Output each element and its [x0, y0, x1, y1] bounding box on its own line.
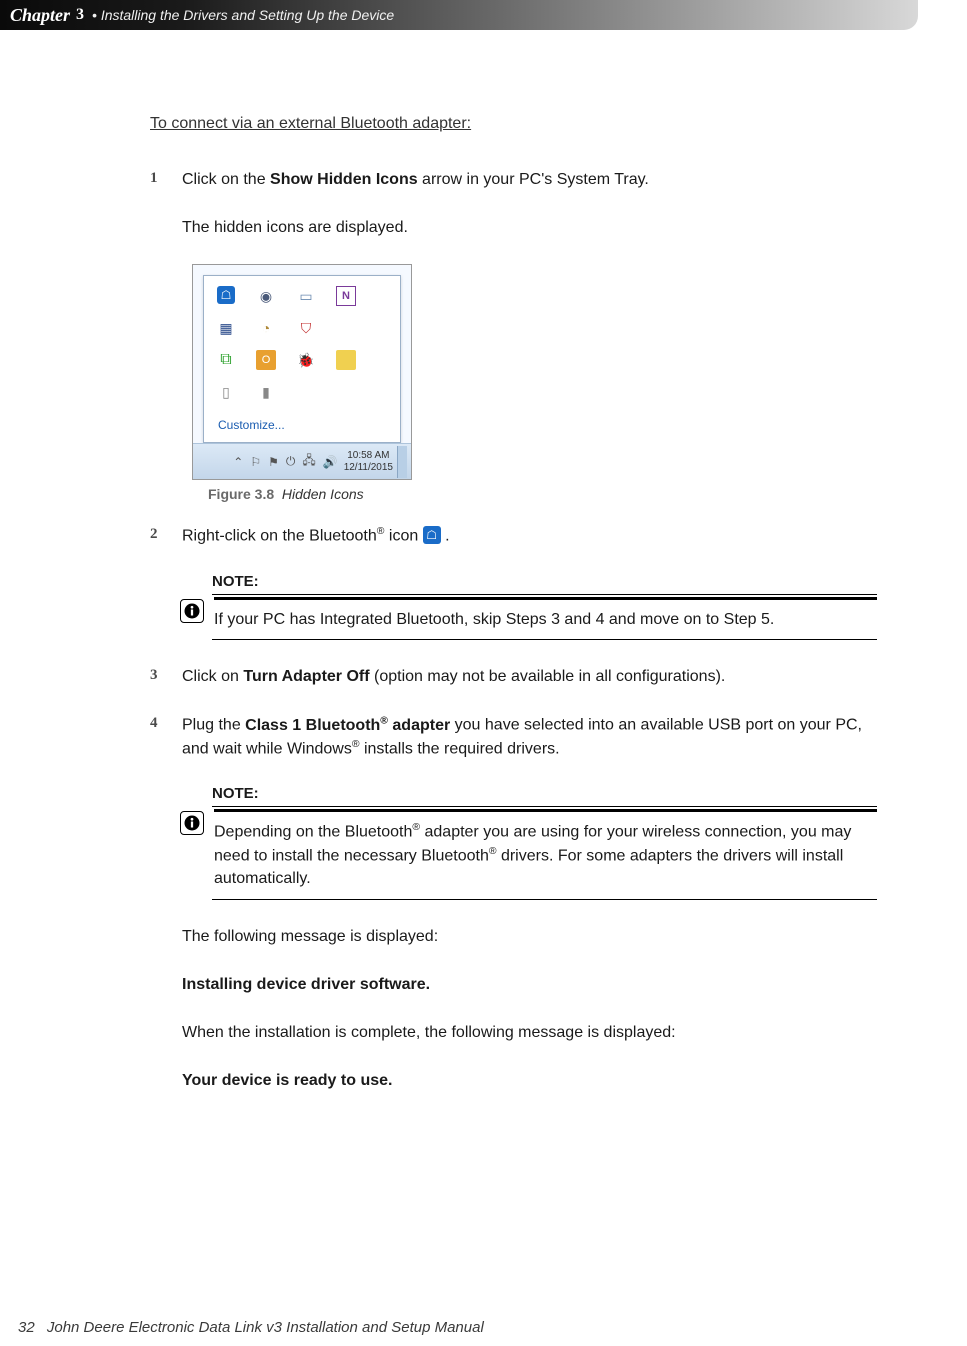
chevron-icon[interactable]: ⌃: [233, 455, 243, 469]
step-number: 1: [150, 168, 182, 191]
step-body: Click on the Show Hidden Icons arrow in …: [182, 168, 877, 191]
step-number: 3: [150, 665, 182, 688]
note-label: NOTE:: [182, 573, 877, 594]
manual-title: John Deere Electronic Data Link v3 Insta…: [47, 1319, 484, 1336]
note-2: NOTE: Depending on the Bluetooth® adapte…: [182, 785, 877, 899]
volume-icon[interactable]: 🔊: [323, 455, 338, 469]
section-heading: To connect via an external Bluetooth ada…: [150, 115, 877, 133]
bluetooth-icon: ☖: [423, 526, 441, 544]
figure-caption: Figure 3.8 Hidden Icons: [208, 486, 877, 502]
message-1: Installing device driver software.: [182, 973, 877, 996]
network-icon: ⧉: [216, 350, 236, 370]
step-4: 4 Plug the Class 1 Bluetooth® adapter yo…: [150, 713, 877, 760]
page-footer: 32 John Deere Electronic Data Link v3 In…: [18, 1319, 484, 1336]
step-3: 3 Click on Turn Adapter Off (option may …: [150, 665, 877, 688]
globe-icon: ◉: [256, 286, 276, 306]
app-icon2: [336, 350, 356, 370]
app-icon: O: [256, 350, 276, 370]
show-desktop-button[interactable]: [397, 446, 407, 478]
note-body: If your PC has Integrated Bluetooth, ski…: [214, 600, 877, 631]
info-icon: [180, 811, 204, 835]
taskbar: ⌃ ⚐ ⚑ ⏻ 🖧 🔊 10:58 AM 12/11/2015: [193, 443, 411, 479]
onenote-icon: N: [336, 286, 356, 306]
monitor-icon: ▭: [296, 286, 316, 306]
step-1-sub: The hidden icons are displayed.: [182, 216, 877, 239]
ladybug-icon: 🐞: [296, 350, 316, 370]
schedule-icon: ◔: [256, 318, 276, 338]
note-1: NOTE: If your PC has Integrated Bluetoot…: [182, 573, 877, 640]
note-label: NOTE:: [182, 785, 877, 806]
chapter-header: Chapter 3 • Installing the Drivers and S…: [0, 0, 918, 30]
page-number: 32: [18, 1319, 35, 1336]
hidden-icons-screenshot: ☖ ◉ ▭ N ▦ ◔ ⛉ ⧉ O 🐞: [192, 264, 412, 480]
note-body: Depending on the Bluetooth® adapter you …: [214, 812, 877, 890]
chapter-number: 3: [76, 6, 84, 24]
step-number: 2: [150, 524, 182, 548]
page-content: To connect via an external Bluetooth ada…: [0, 30, 967, 1092]
shield-icon: ⛉: [296, 318, 316, 338]
figure-3-8: ☖ ◉ ▭ N ▦ ◔ ⛉ ⧉ O 🐞: [192, 264, 877, 502]
power-icon[interactable]: ⏻: [286, 454, 296, 469]
customize-link[interactable]: Customize...: [212, 414, 392, 436]
device-manager-icon: ▦: [216, 318, 236, 338]
flag-icon[interactable]: ⚑: [268, 455, 279, 469]
step-1: 1 Click on the Show Hidden Icons arrow i…: [150, 168, 877, 191]
message-intro-1: The following message is displayed:: [182, 925, 877, 948]
chapter-word: Chapter: [10, 5, 70, 26]
network-icon[interactable]: 🖧: [302, 451, 315, 472]
step-body: Plug the Class 1 Bluetooth® adapter you …: [182, 713, 877, 760]
step-2: 2 Right-click on the Bluetooth® icon ☖ .: [150, 524, 877, 548]
chapter-title: • Installing the Drivers and Setting Up …: [92, 7, 394, 23]
action-center-icon[interactable]: ⚐: [250, 455, 261, 469]
bluetooth-icon: ☖: [216, 286, 236, 306]
message-2: Your device is ready to use.: [182, 1069, 877, 1092]
step-number: 4: [150, 713, 182, 760]
document-icon: ▯: [216, 382, 236, 402]
tablet-icon: ▮: [256, 382, 276, 402]
step-body: Right-click on the Bluetooth® icon ☖ .: [182, 524, 877, 548]
clock[interactable]: 10:58 AM 12/11/2015: [344, 450, 393, 474]
info-icon: [180, 599, 204, 623]
message-intro-2: When the installation is complete, the f…: [182, 1021, 877, 1044]
step-body: Click on Turn Adapter Off (option may no…: [182, 665, 877, 688]
